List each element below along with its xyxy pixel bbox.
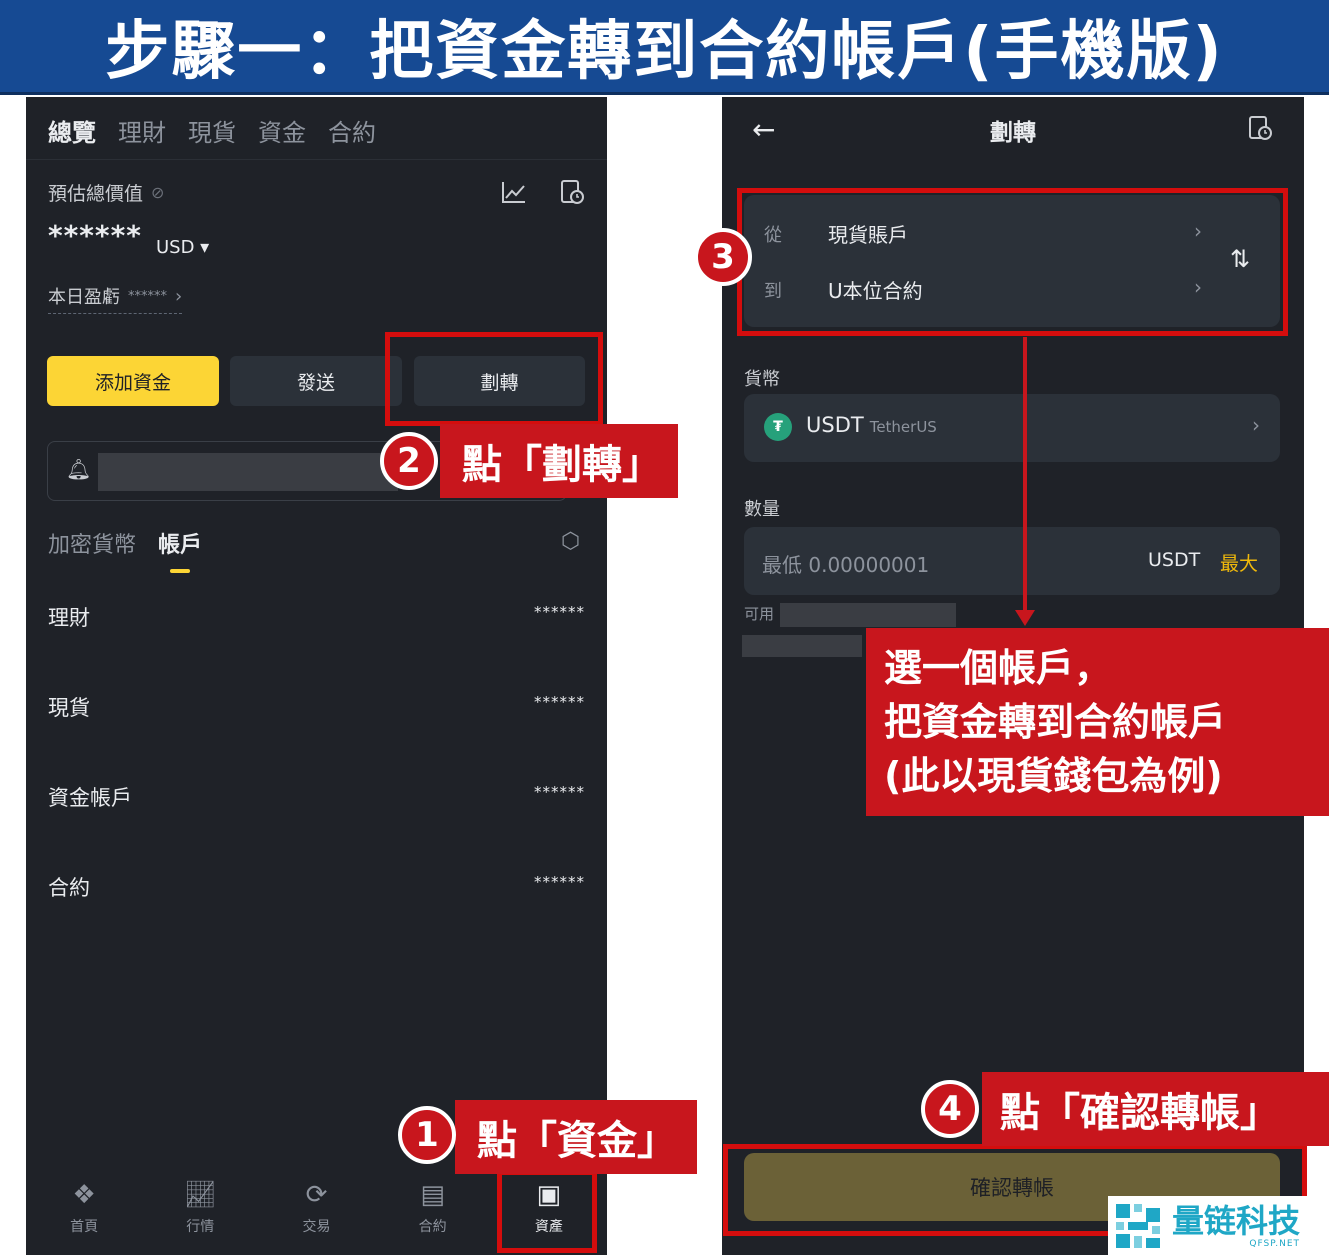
nav-trade[interactable]: ⟳ 交易: [271, 1172, 361, 1255]
header-banner: 步驟一：把資金轉到合約帳戶(手機版): [0, 0, 1329, 95]
left-phone-screen: 總覽 理財 現貨 資金 合約 預估總價值 ⊘ ****** USD ▾ 本日盈虧…: [26, 97, 607, 1255]
account-row-value: ******: [534, 873, 585, 891]
account-row-value: ******: [534, 783, 585, 801]
max-button[interactable]: 最大: [1220, 549, 1258, 576]
step4-text: 點「確認轉帳」: [1000, 1090, 1280, 1136]
step2-callout: 點「劃轉」: [440, 424, 678, 498]
amount-placeholder: 最低 0.00000001: [762, 553, 930, 577]
currency-label: 貨幣: [744, 369, 780, 390]
page-title: 劃轉: [990, 120, 1036, 146]
coin-symbol: USDT: [806, 413, 864, 437]
tab-spot[interactable]: 現貨: [188, 113, 236, 148]
tab-earn[interactable]: 理財: [118, 113, 166, 148]
eye-off-icon[interactable]: ⊘: [151, 183, 164, 202]
trend-chart-icon[interactable]: [499, 177, 529, 207]
assets-highlight-box: [497, 1170, 597, 1253]
logo-en: QFSP.NET: [1249, 1238, 1301, 1249]
tab-funding[interactable]: 資金: [258, 113, 306, 148]
redacted-announcement: [98, 453, 398, 491]
account-row-label[interactable]: 合約: [48, 872, 90, 902]
trade-icon: ⟳: [305, 1180, 328, 1210]
account-row-label[interactable]: 現貨: [48, 692, 90, 722]
nav-futures[interactable]: ▤ 合約: [388, 1172, 478, 1255]
daily-pnl-value: ******: [128, 288, 167, 304]
logo-mark-icon: [1116, 1203, 1160, 1248]
step4-badge: 4: [921, 1080, 979, 1138]
nav-label: 首頁: [70, 1219, 99, 1235]
step1-callout: 點「資金」: [455, 1100, 697, 1174]
nav-label: 交易: [302, 1219, 331, 1235]
bell-icon: 🔔︎: [66, 457, 92, 481]
tab-futures[interactable]: 合約: [328, 113, 376, 148]
total-balance: ******: [48, 219, 142, 252]
settings-hex-icon[interactable]: ⬡: [561, 529, 580, 554]
step3-line: (此以現貨錢包為例): [884, 754, 1223, 798]
send-button[interactable]: 發送: [230, 356, 402, 406]
chart-icon: 📈︎: [183, 1180, 217, 1210]
coin-name: TetherUS: [869, 418, 937, 436]
amount-unit: USDT: [1148, 549, 1201, 571]
nav-label: 行情: [186, 1219, 215, 1235]
account-row-value: ******: [534, 603, 585, 621]
account-row-label[interactable]: 資金帳戶: [48, 782, 132, 812]
step1-badge: 1: [398, 1106, 456, 1164]
daily-pnl-label: 本日盈虧: [48, 287, 120, 308]
banner-title: 步驟一：把資金轉到合約帳戶(手機版): [105, 15, 1224, 89]
futures-icon: ▤: [420, 1180, 445, 1210]
step3-arrow-head: [1015, 610, 1035, 626]
logo-cn: 量链科技: [1172, 1201, 1301, 1240]
nav-home[interactable]: ❖ 首頁: [39, 1172, 129, 1255]
home-icon: ❖: [72, 1180, 96, 1210]
step3-badge: 3: [694, 228, 752, 286]
step3-line: 選一個帳戶，: [884, 646, 1113, 690]
step2-badge: 2: [380, 432, 438, 490]
available-label: 可用: [744, 605, 775, 623]
estimated-value-text: 預估總價值: [48, 183, 144, 205]
step3-callout: 選一個帳戶， 把資金轉到合約帳戶 (此以現貨錢包為例): [866, 628, 1329, 816]
logo-text: 量链科技 QFSP.NET: [1172, 1203, 1300, 1249]
history-icon[interactable]: [557, 177, 587, 207]
tab-account[interactable]: 帳戶: [158, 527, 202, 573]
account-row-value: ******: [534, 693, 585, 711]
nav-label: 合約: [418, 1219, 447, 1235]
coin-display: USDT TetherUS: [806, 413, 937, 437]
redacted-info: [742, 635, 862, 657]
transfer-highlight-box: [385, 332, 603, 426]
asset-sub-tabs: 加密貨幣 帳戶: [48, 527, 202, 573]
from-to-highlight-box: [737, 188, 1288, 336]
tether-icon: ₮: [764, 413, 792, 441]
step3-line: 把資金轉到合約帳戶: [884, 700, 1227, 744]
amount-label: 數量: [744, 499, 780, 520]
daily-pnl[interactable]: 本日盈虧 ****** ›: [48, 283, 183, 314]
qfsp-logo: 量链科技 QFSP.NET: [1108, 1196, 1329, 1255]
add-funds-button[interactable]: 添加資金: [47, 356, 219, 406]
tab-overview[interactable]: 總覽: [48, 113, 96, 148]
asset-top-tabs: 總覽 理財 現貨 資金 合約: [48, 113, 376, 148]
step1-text: 點「資金」: [477, 1118, 677, 1164]
tab-crypto[interactable]: 加密貨幣: [48, 527, 136, 559]
currency-dropdown[interactable]: USD ▾: [156, 237, 209, 258]
step3-arrow: [1023, 337, 1027, 615]
tabs-divider: [26, 159, 607, 160]
account-row-label[interactable]: 理財: [48, 602, 90, 632]
history-icon[interactable]: [1247, 115, 1273, 145]
estimated-value-label: 預估總價值 ⊘: [48, 179, 164, 206]
chevron-right-icon: ›: [175, 285, 183, 307]
redacted-available: [780, 603, 956, 627]
step4-callout: 點「確認轉帳」: [982, 1072, 1329, 1146]
chevron-right-icon: ›: [1252, 413, 1260, 437]
nav-markets[interactable]: 📈︎ 行情: [155, 1172, 245, 1255]
step2-text: 點「劃轉」: [462, 442, 662, 488]
